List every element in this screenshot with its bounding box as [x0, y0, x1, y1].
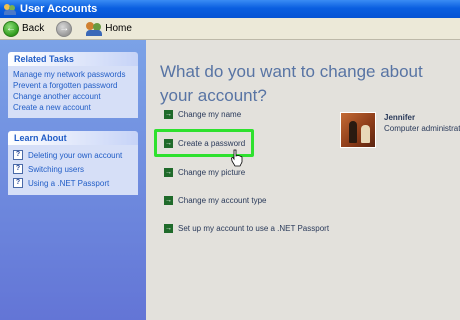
main-content: What do you want to change about your ac…: [146, 40, 460, 320]
learn-about-label: Switching users: [28, 164, 85, 174]
back-button[interactable]: ← Back: [0, 19, 47, 39]
option-label: Change my account type: [178, 196, 267, 205]
user-picture: [340, 112, 376, 148]
sidebar: Related Tasks Manage my network password…: [0, 40, 146, 320]
related-task-link[interactable]: Change another account: [13, 91, 134, 102]
learn-about-link[interactable]: ? Deleting your own account: [13, 148, 134, 162]
forward-button[interactable]: →: [47, 19, 75, 39]
home-button[interactable]: Home: [75, 19, 135, 39]
user-role: Computer administrator: [384, 124, 460, 133]
option-label: Change my name: [178, 110, 242, 119]
net-passport-link[interactable]: → Set up my account to use a .NET Passpo…: [164, 224, 329, 233]
change-name-link[interactable]: → Change my name: [164, 110, 241, 119]
help-icon: ?: [13, 164, 23, 174]
learn-about-panel: Learn About ? Deleting your own account …: [8, 131, 138, 195]
home-label: Home: [105, 23, 132, 34]
hand-cursor-icon: [231, 149, 243, 167]
user-name: Jennifer: [384, 113, 416, 122]
help-icon: ?: [13, 178, 23, 188]
change-account-type-link[interactable]: → Change my account type: [164, 196, 267, 205]
green-arrow-icon: →: [164, 110, 173, 119]
help-icon: ?: [13, 150, 23, 160]
back-label: Back: [22, 23, 45, 34]
chess-piece-icon: [349, 121, 357, 143]
learn-about-title: Learn About: [8, 131, 138, 145]
related-tasks-title: Related Tasks: [8, 52, 138, 66]
page-heading: What do you want to change about your ac…: [160, 62, 423, 105]
chess-piece-icon: [361, 125, 370, 143]
learn-about-label: Using a .NET Passport: [28, 178, 110, 188]
window-title: User Accounts: [20, 3, 98, 15]
learn-about-link[interactable]: ? Switching users: [13, 162, 134, 176]
forward-arrow-icon: →: [56, 20, 73, 37]
related-task-link[interactable]: Create a new account: [13, 102, 134, 113]
title-bar: User Accounts: [0, 0, 460, 18]
option-label: Set up my account to use a .NET Passport: [178, 224, 330, 233]
user-accounts-icon: [4, 3, 16, 15]
home-users-icon: [86, 21, 103, 36]
learn-about-label: Deleting your own account: [28, 150, 123, 160]
green-arrow-icon: →: [164, 224, 173, 233]
green-arrow-icon: →: [164, 168, 173, 177]
related-tasks-panel: Related Tasks Manage my network password…: [8, 52, 138, 118]
learn-about-link[interactable]: ? Using a .NET Passport: [13, 176, 134, 190]
related-task-link[interactable]: Prevent a forgotten password: [13, 80, 134, 91]
related-task-link[interactable]: Manage my network passwords: [13, 69, 134, 80]
green-arrow-icon: →: [164, 196, 173, 205]
change-picture-link[interactable]: → Change my picture: [164, 168, 245, 177]
option-label: Change my picture: [178, 168, 246, 177]
back-arrow-icon: ←: [3, 20, 19, 37]
toolbar: ← Back → Home: [0, 18, 460, 40]
